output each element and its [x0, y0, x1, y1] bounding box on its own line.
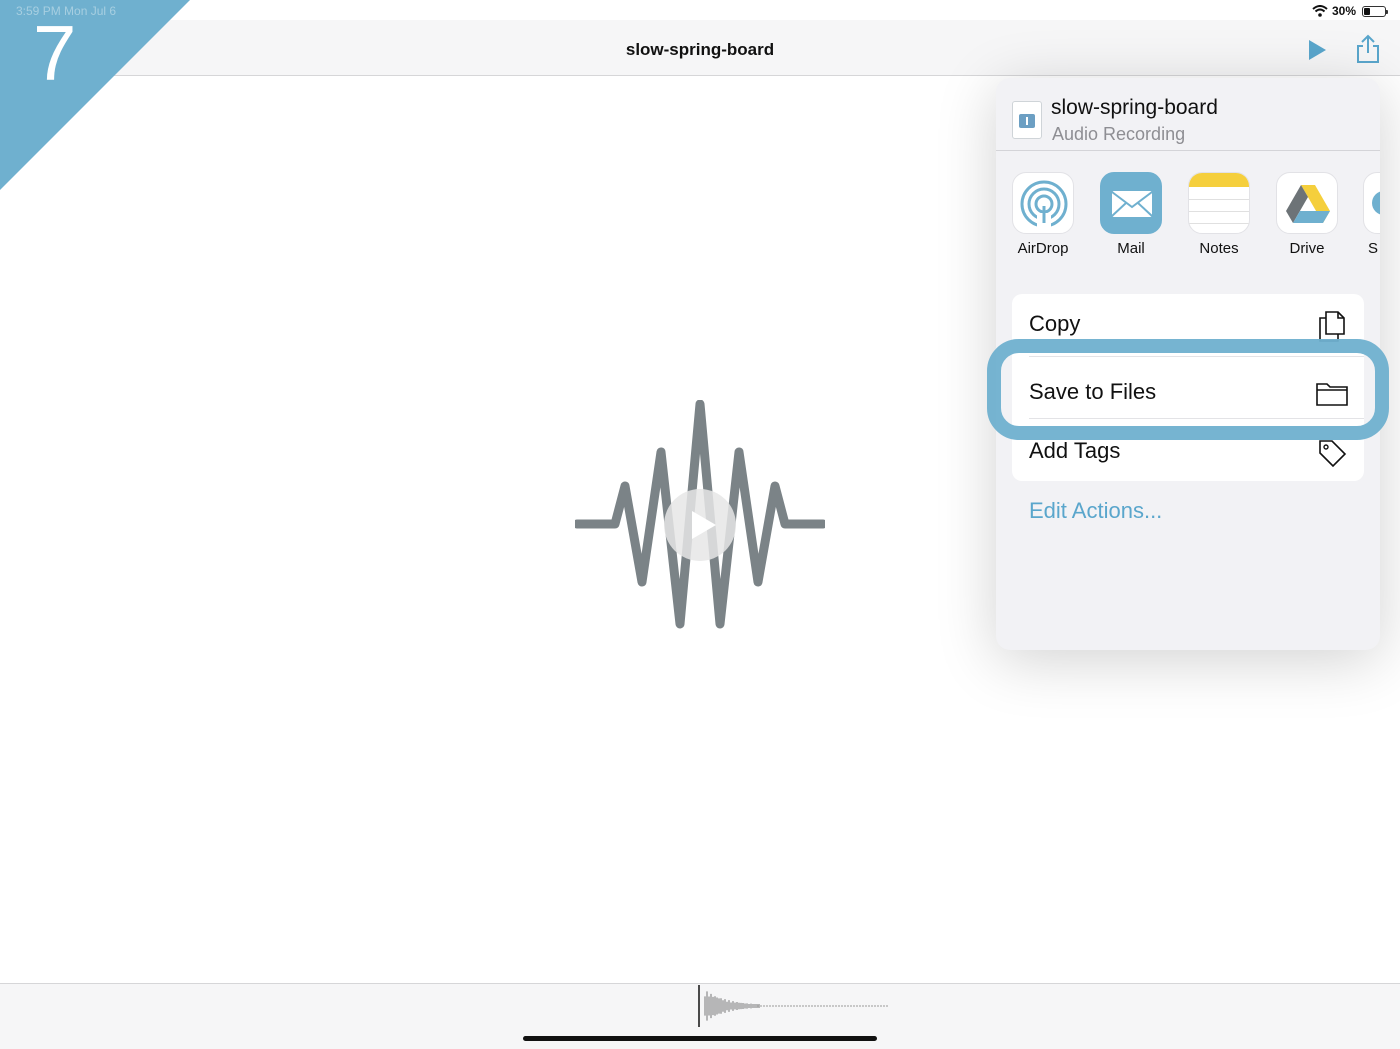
highlight-ring [987, 339, 1389, 440]
app-label: Notes [1199, 240, 1239, 257]
app-airdrop[interactable]: AirDrop [1011, 172, 1075, 257]
app-label: Mail [1117, 240, 1145, 257]
app-notes[interactable]: Notes [1187, 172, 1251, 257]
file-type: Audio Recording [1052, 124, 1186, 144]
file-name: slow-spring-board [1051, 96, 1218, 119]
step-number: 7 [33, 9, 77, 97]
drive-icon [1276, 172, 1338, 234]
share-sheet-header: slow-spring-board Audio Recording [996, 78, 1380, 151]
mail-icon [1100, 172, 1162, 234]
wifi-icon [1312, 5, 1328, 17]
app-icon [1363, 172, 1380, 234]
status-indicators: 30% [1312, 4, 1388, 18]
tag-icon [1319, 440, 1347, 468]
app-partial[interactable]: S [1362, 172, 1380, 257]
action-label: Add Tags [1029, 438, 1121, 463]
audio-file-icon [1012, 101, 1042, 139]
audio-scrubber[interactable] [697, 983, 892, 1029]
play-button[interactable] [664, 489, 736, 561]
play-icon[interactable] [1306, 39, 1328, 61]
notes-icon [1188, 172, 1250, 234]
airdrop-icon [1012, 172, 1074, 234]
share-app-row: AirDrop Mail Notes Drive S [996, 172, 1380, 262]
share-icon[interactable] [1355, 34, 1381, 64]
action-label: Copy [1029, 311, 1081, 336]
home-indicator[interactable] [523, 1036, 877, 1041]
ipad-screen: slow-spring-board 30% 3:59 PM Mon Jul 6 … [0, 0, 1400, 1049]
app-label: Drive [1289, 240, 1325, 257]
step-corner-badge [0, 0, 190, 190]
copy-icon [1319, 311, 1345, 342]
battery-icon [1362, 5, 1388, 17]
navigation-bar: slow-spring-board [0, 20, 1400, 76]
app-drive[interactable]: Drive [1275, 172, 1339, 257]
app-label: S [1368, 240, 1379, 257]
nav-title: slow-spring-board [625, 40, 775, 59]
battery-percent: 30% [1331, 4, 1356, 18]
app-label: AirDrop [1017, 240, 1069, 257]
edit-actions-link[interactable]: Edit Actions... [1029, 498, 1162, 524]
app-mail[interactable]: Mail [1099, 172, 1163, 257]
play-icon [692, 511, 716, 539]
